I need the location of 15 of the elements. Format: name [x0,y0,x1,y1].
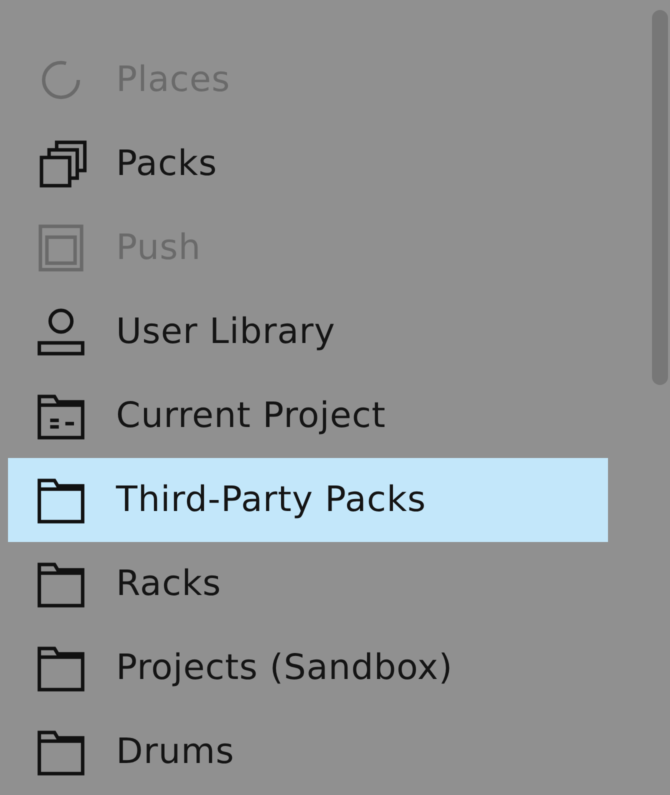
sidebar-row[interactable]: Packs [8,122,608,206]
sidebar-item: Current Project [116,396,386,436]
scrollbar-thumb[interactable] [652,10,668,385]
sidebar-row[interactable]: Drums [8,710,608,794]
sidebar-item: Projects (Sandbox) [116,648,453,688]
sidebar-row[interactable]: Current Project [8,374,608,458]
sidebar-item: Packs [116,144,218,184]
sidebar-item: User Library [116,312,336,352]
sidebar-item: Racks [116,564,222,604]
sidebar-row[interactable]: Projects (Sandbox) [8,626,608,710]
sidebar-row[interactable]: Third-Party Packs [8,458,608,542]
sidebar-item: Drums [116,732,234,772]
sidebar-item: Third-Party Packs [116,480,426,520]
sidebar-row[interactable]: Racks [8,542,608,626]
sidebar-row[interactable]: User Library [8,290,608,374]
